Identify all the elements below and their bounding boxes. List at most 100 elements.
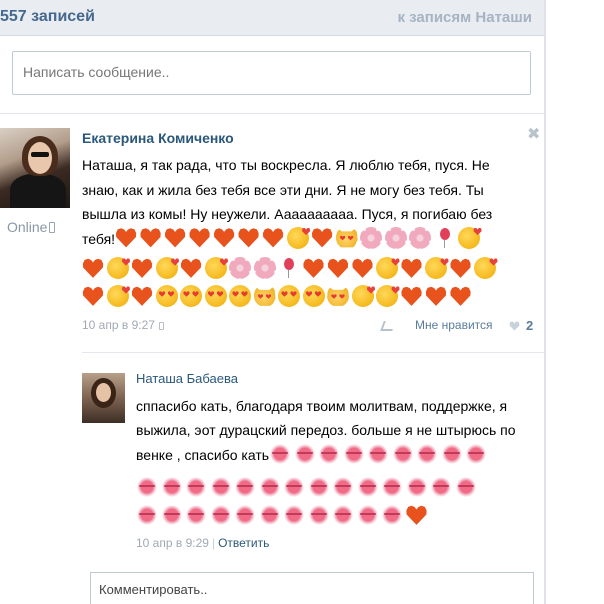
kiss-emoji-icon: [106, 285, 129, 307]
heart-emoji-icon: [303, 258, 324, 278]
emoji-row: [136, 476, 536, 504]
wall-page: 557 записей к записям Наташи Написать со…: [0, 0, 544, 604]
lips-emoji-icon: [391, 442, 414, 465]
heart-emoji-icon: [406, 505, 427, 525]
eyes-emoji-icon: [204, 285, 227, 307]
lips-emoji-icon: [332, 476, 354, 498]
post-date[interactable]: 10 апр в 9:27: [82, 318, 164, 332]
flower-emoji-icon: [384, 226, 407, 249]
mobile-icon: [158, 322, 164, 330]
to-user-posts-link[interactable]: к записям Наташи: [397, 9, 532, 26]
kiss-emoji-icon: [376, 285, 398, 307]
kiss-emoji-icon: [474, 257, 496, 279]
eyes-emoji-icon: [229, 285, 251, 307]
heart-emoji-icon: [140, 228, 161, 248]
kiss-emoji-icon: [106, 257, 129, 279]
heart-emoji-icon: [425, 286, 447, 306]
heart-emoji-icon: [82, 286, 104, 306]
eyes-emoji-icon: [180, 285, 202, 307]
balloon-emoji-icon: [434, 227, 456, 249]
eyes-emoji-icon: [278, 285, 300, 307]
wall-header: 557 записей к записям Наташи: [0, 0, 544, 36]
reply-text: сппасибо кать, благодаря твоим молитвам,…: [136, 395, 536, 467]
mobile-icon: [49, 222, 56, 233]
heart-emoji-icon: [450, 286, 471, 306]
author-avatar[interactable]: [0, 128, 70, 208]
cat-emoji-icon: [327, 286, 349, 306]
lips-emoji-icon: [381, 476, 403, 498]
lips-emoji-icon: [356, 504, 379, 526]
heart-emoji-icon: [180, 258, 202, 278]
reply-button[interactable]: Ответить: [218, 536, 269, 550]
emoji-row: [136, 504, 536, 532]
heart-emoji-icon: [450, 258, 471, 278]
kiss-emoji-icon: [351, 285, 374, 307]
post-author-name[interactable]: Екатерина Комиченко: [82, 130, 234, 146]
eyes-emoji-icon: [155, 285, 178, 307]
heart-emoji-icon: [213, 228, 235, 248]
kiss-emoji-icon: [204, 257, 227, 279]
post-text: Наташа, я так рада, что ты воскресла. Я …: [82, 153, 522, 251]
lips-emoji-icon: [454, 476, 477, 498]
lips-emoji-icon: [283, 476, 305, 498]
reply-author-name[interactable]: Наташа Бабаева: [136, 371, 238, 386]
lips-emoji-icon: [430, 476, 452, 498]
lips-emoji-icon: [405, 476, 428, 498]
lips-emoji-icon: [160, 504, 183, 526]
new-post-input[interactable]: Написать сообщение..: [12, 51, 531, 95]
lips-emoji-icon: [356, 476, 379, 498]
divider: [0, 113, 544, 114]
reply-date[interactable]: 10 апр в 9:29: [136, 536, 209, 550]
posts-count: 557 записей: [0, 8, 95, 25]
heart-emoji-icon: [311, 228, 333, 248]
heart-emoji-icon: [131, 286, 153, 306]
page-edge: [544, 0, 546, 604]
share-icon[interactable]: [380, 321, 396, 331]
kiss-emoji-icon: [286, 226, 309, 249]
post-emoji-rows: [82, 257, 522, 313]
lips-emoji-icon: [307, 504, 330, 526]
reply-emoji-inline: [269, 442, 490, 465]
lips-emoji-icon: [234, 504, 256, 526]
lips-emoji-icon: [136, 504, 158, 526]
flower-emoji-icon: [229, 257, 251, 279]
reply-author-avatar[interactable]: [82, 373, 125, 423]
emoji-row: [82, 257, 522, 285]
cat-emoji-icon: [335, 227, 358, 248]
lips-emoji-icon: [367, 442, 390, 465]
divider: [82, 352, 544, 353]
heart-emoji-icon: [115, 228, 137, 248]
lips-emoji-icon: [185, 504, 207, 526]
heart-emoji-icon: [164, 228, 186, 248]
heart-emoji-icon: [401, 286, 422, 306]
kiss-emoji-icon: [155, 257, 178, 279]
like-heart-icon[interactable]: [509, 321, 520, 331]
heart-emoji-icon: [238, 228, 259, 248]
flower-emoji-icon: [360, 226, 383, 249]
lips-emoji-icon: [440, 442, 463, 465]
lips-emoji-icon: [332, 504, 354, 526]
eyes-emoji-icon: [302, 285, 325, 307]
flower-emoji-icon: [409, 226, 432, 249]
like-label[interactable]: Мне нравится: [415, 318, 493, 332]
comment-input[interactable]: Комментировать..: [90, 572, 534, 604]
delete-post-icon[interactable]: ✖: [527, 124, 540, 144]
lips-emoji-icon: [269, 442, 292, 465]
heart-emoji-icon: [327, 258, 349, 278]
like-count[interactable]: 2: [526, 318, 533, 333]
heart-emoji-icon: [82, 258, 104, 278]
lips-emoji-icon: [283, 504, 305, 526]
lips-emoji-icon: [416, 442, 439, 465]
cat-emoji-icon: [253, 286, 276, 306]
lips-emoji-icon: [136, 476, 158, 498]
lips-emoji-icon: [293, 442, 316, 465]
lips-emoji-icon: [465, 442, 488, 465]
heart-emoji-icon: [352, 258, 373, 278]
lips-emoji-icon: [160, 476, 183, 498]
lips-emoji-icon: [307, 476, 330, 498]
heart-emoji-icon: [401, 258, 422, 278]
heart-emoji-icon: [262, 228, 284, 248]
online-status: Online: [7, 219, 56, 235]
lips-emoji-icon: [318, 442, 341, 465]
balloon-emoji-icon: [278, 257, 300, 279]
